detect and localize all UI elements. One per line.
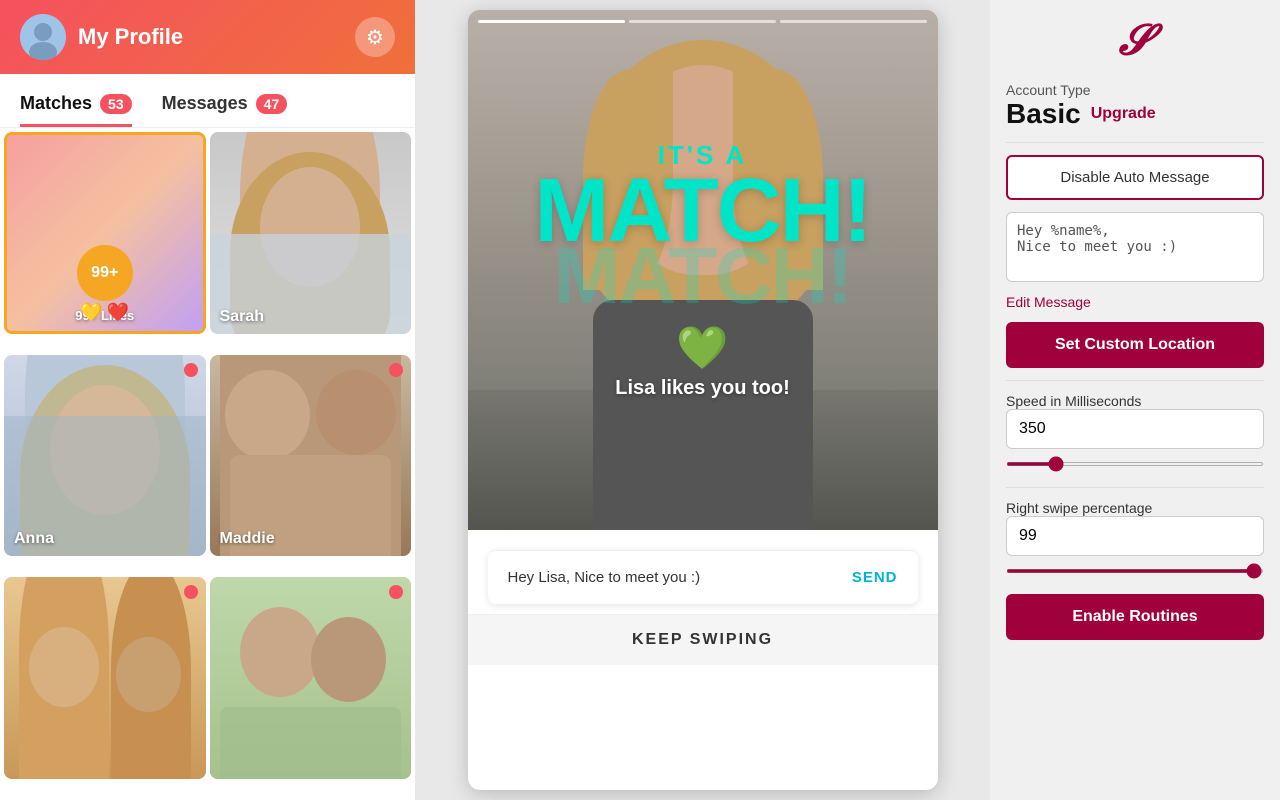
tabs-bar: Matches 53 Messages 47 <box>0 74 415 128</box>
divider-2 <box>1006 380 1264 381</box>
speed-section: Speed in Milliseconds <box>1006 393 1264 475</box>
left-panel: My Profile ⚙ Matches 53 Messages 47 99+ … <box>0 0 415 800</box>
enable-routines-button[interactable]: Enable Routines <box>1006 594 1264 640</box>
matches-badge: 53 <box>100 94 132 114</box>
divider-3 <box>1006 487 1264 488</box>
header: My Profile ⚙ <box>0 0 415 74</box>
tab-messages-label: Messages <box>162 93 248 114</box>
swipe-section: Right swipe percentage <box>1006 500 1264 582</box>
logo-area: 𝓢 <box>1006 16 1264 70</box>
swipe-label: Right swipe percentage <box>1006 500 1264 516</box>
match-card-group1[interactable] <box>4 577 206 779</box>
right-panel: 𝓢 Account Type Basic Upgrade Disable Aut… <box>990 0 1280 800</box>
middle-panel: IT'S A MATCH! MATCH! 💚 Lisa likes you to… <box>415 0 990 800</box>
card-name-maddie: Maddie <box>220 530 275 548</box>
likes-count: 99+ <box>77 245 133 301</box>
speed-label: Speed in Milliseconds <box>1006 393 1264 409</box>
upgrade-link[interactable]: Upgrade <box>1091 105 1156 123</box>
notification-dot-maddie <box>389 363 403 377</box>
messages-badge: 47 <box>256 94 288 114</box>
tab-matches-label: Matches <box>20 93 92 114</box>
match-photo-area: IT'S A MATCH! MATCH! 💚 Lisa likes you to… <box>468 10 938 530</box>
card-name-sarah: Sarah <box>220 308 264 326</box>
send-button[interactable]: SEND <box>852 569 898 586</box>
speed-slider-container <box>1006 449 1264 475</box>
super-like-icons: 💛 ❤️ <box>80 302 129 323</box>
account-type-section: Account Type Basic Upgrade <box>1006 82 1264 130</box>
divider-1 <box>1006 142 1264 143</box>
match-overlay: IT'S A MATCH! MATCH! 💚 Lisa likes you to… <box>468 10 938 530</box>
match-card-sarah[interactable]: Sarah <box>210 132 412 334</box>
story-dot-1 <box>478 20 625 23</box>
notification-dot-g1 <box>184 585 198 599</box>
account-type-row: Basic Upgrade <box>1006 98 1264 130</box>
card-name-anna: Anna <box>14 530 54 548</box>
message-preview: Hey Lisa, Nice to meet you :) <box>508 567 701 588</box>
set-custom-location-button[interactable]: Set Custom Location <box>1006 322 1264 368</box>
story-dot-3 <box>780 20 927 23</box>
swipe-slider[interactable] <box>1006 569 1264 573</box>
match-text-shadow: MATCH! <box>554 236 852 316</box>
tab-messages[interactable]: Messages 47 <box>162 93 288 127</box>
speed-input[interactable] <box>1006 409 1264 449</box>
message-box-wrapper: Hey Lisa, Nice to meet you :) SEND <box>468 530 938 614</box>
account-type-label: Account Type <box>1006 82 1264 98</box>
settings-button[interactable]: ⚙ <box>355 17 395 57</box>
notification-dot <box>184 363 198 377</box>
message-box: Hey Lisa, Nice to meet you :) SEND <box>488 550 918 604</box>
likes-you-text: Lisa likes you too! <box>615 377 789 400</box>
app-logo: 𝓢 <box>1119 20 1152 62</box>
avatar[interactable] <box>20 14 66 60</box>
edit-message-link[interactable]: Edit Message <box>1006 294 1264 310</box>
story-dot-2 <box>629 20 776 23</box>
match-card-anna[interactable]: Anna <box>4 355 206 557</box>
auto-message-textarea[interactable]: Hey %name%, Nice to meet you :) <box>1006 212 1264 282</box>
swipe-slider-container <box>1006 556 1264 582</box>
keep-swiping-button[interactable]: KEEP SWIPING <box>468 614 938 665</box>
match-card-maddie[interactable]: Maddie <box>210 355 412 557</box>
match-card-group2[interactable] <box>210 577 412 779</box>
phone-card: IT'S A MATCH! MATCH! 💚 Lisa likes you to… <box>468 10 938 790</box>
page-title: My Profile <box>78 24 183 50</box>
settings-icon: ⚙ <box>366 25 384 50</box>
story-dots <box>478 20 928 23</box>
speed-slider[interactable] <box>1006 462 1264 466</box>
matches-grid: 99+ 99+ Likes 💛 ❤️ Sarah <box>0 128 415 800</box>
likes-card[interactable]: 99+ 99+ Likes 💛 ❤️ <box>4 132 206 334</box>
swipe-input[interactable] <box>1006 516 1264 556</box>
match-heart-icon: 💚 <box>676 324 728 373</box>
tab-matches[interactable]: Matches 53 <box>20 93 132 127</box>
header-left: My Profile <box>20 14 183 60</box>
disable-auto-message-button[interactable]: Disable Auto Message <box>1006 155 1264 200</box>
account-type-value: Basic <box>1006 98 1081 130</box>
